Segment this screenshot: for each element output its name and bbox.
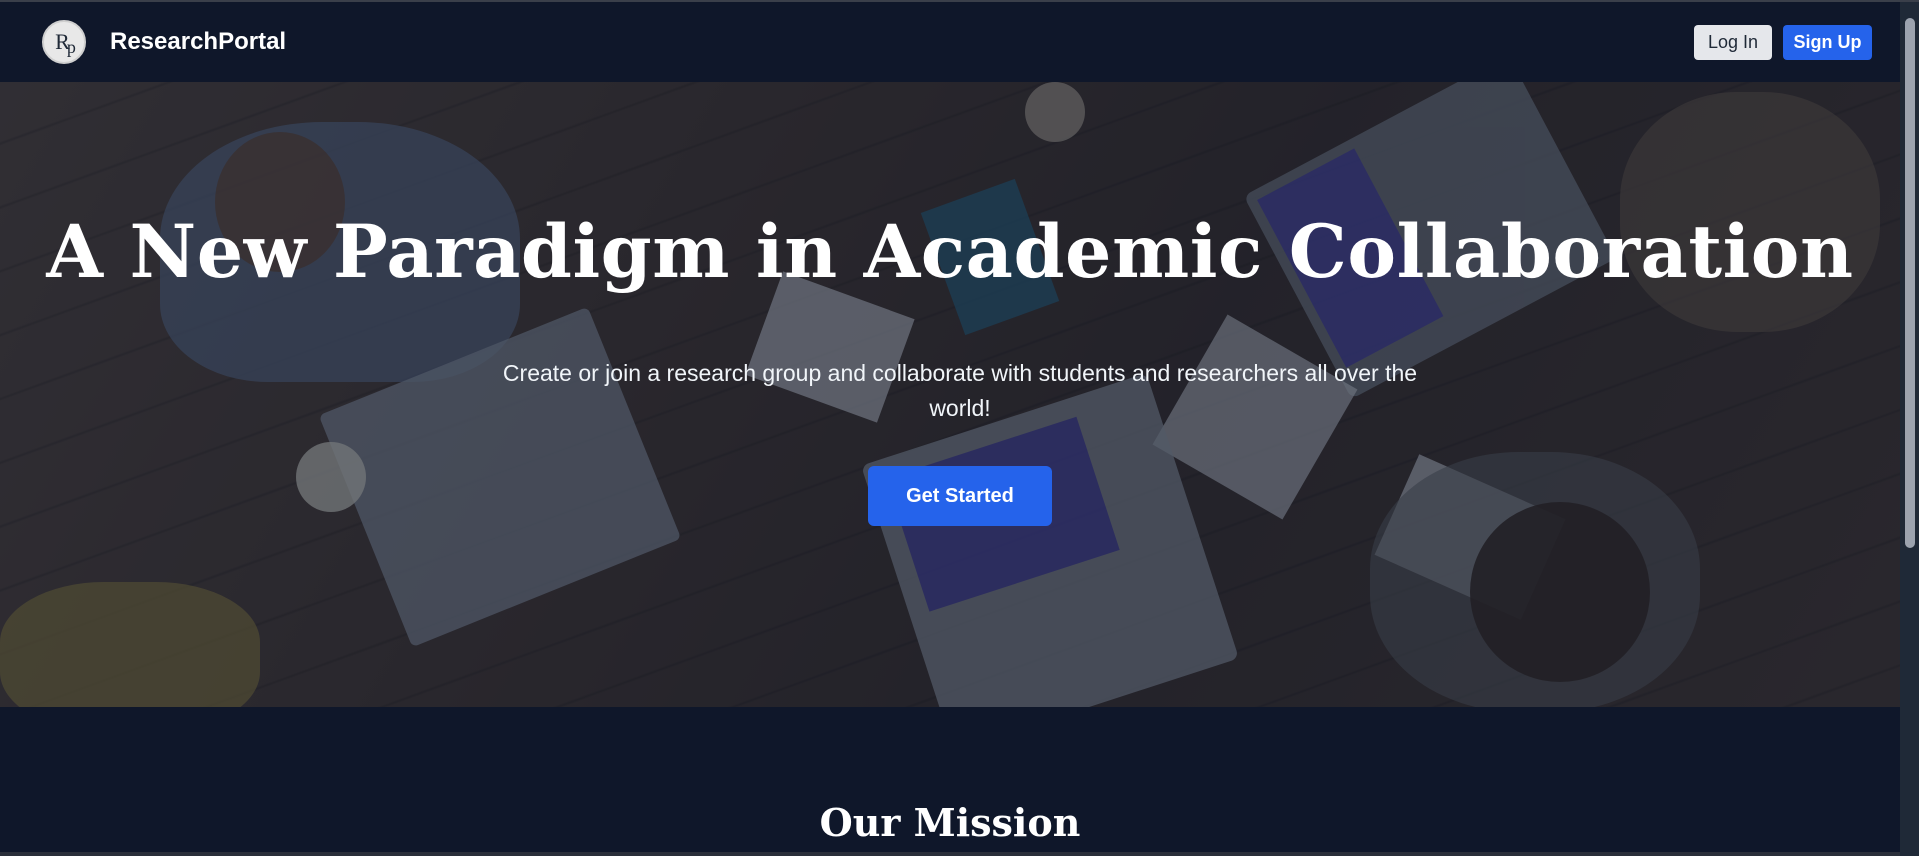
mission-title: Our Mission bbox=[819, 800, 1081, 845]
login-button[interactable]: Log In bbox=[1694, 24, 1772, 60]
page-scrollbar[interactable] bbox=[1900, 2, 1919, 856]
scrollbar-thumb[interactable] bbox=[1905, 18, 1915, 548]
nav-actions: Log In Sign Up bbox=[1694, 24, 1872, 60]
hero-title: A New Paradigm in Academic Collaboration bbox=[46, 209, 1854, 295]
get-started-button[interactable]: Get Started bbox=[868, 466, 1052, 526]
brand-name: ResearchPortal bbox=[110, 28, 287, 55]
hero-subtitle: Create or join a research group and coll… bbox=[502, 360, 1418, 421]
window-bottom-border bbox=[0, 852, 1900, 856]
logo-icon: Rp bbox=[42, 20, 86, 64]
hero-section: A New Paradigm in Academic Collaboration… bbox=[0, 82, 1900, 707]
navbar: Rp ResearchPortal Log In Sign Up bbox=[0, 2, 1900, 82]
signup-button[interactable]: Sign Up bbox=[1783, 24, 1872, 60]
hero-content: A New Paradigm in Academic Collaboration… bbox=[0, 82, 1900, 707]
brand-link[interactable]: Rp ResearchPortal bbox=[42, 20, 286, 64]
